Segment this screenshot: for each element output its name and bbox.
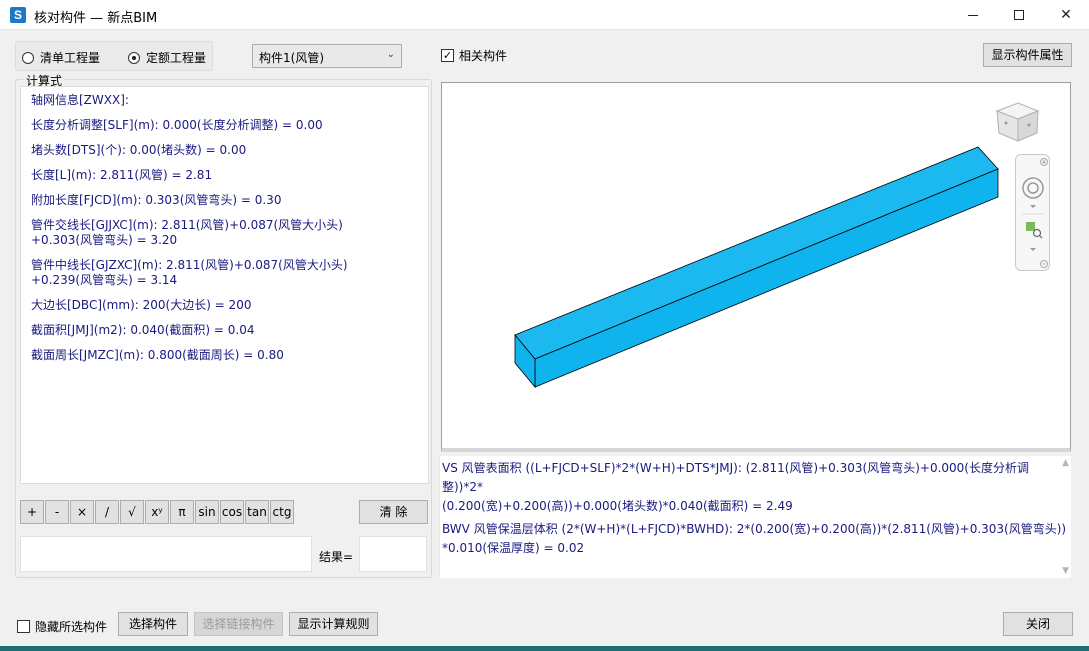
result-field[interactable] [359, 536, 427, 572]
3d-viewport[interactable] [441, 82, 1071, 452]
show-component-properties-button[interactable]: 显示构件属性 [983, 43, 1072, 67]
close-button[interactable]: 关闭 [1003, 612, 1073, 636]
calc-key-pi[interactable]: π [170, 500, 194, 524]
zoom-window-icon[interactable] [1026, 222, 1043, 239]
view-cube-icon[interactable] [995, 102, 1040, 142]
hide-selected-checkbox[interactable]: 隐藏所选构件 [17, 618, 107, 635]
duct-3d-model[interactable] [442, 83, 1070, 447]
formula-line: 长度[L](m): 2.811(风管) = 2.81 [31, 168, 213, 182]
calc-key-power[interactable]: xʸ [145, 500, 169, 524]
duct-side-face [534, 168, 999, 388]
chevron-down-icon: ⌄ [386, 49, 395, 60]
formula-line: 长度分析调整[SLF](m): 0.000(长度分析调整) = 0.00 [31, 118, 323, 132]
navigation-bar-icons [1022, 158, 1048, 268]
related-components-checkbox[interactable]: ✓ 相关构件 [441, 47, 507, 64]
radio-button-checked-icon[interactable] [128, 51, 140, 64]
component-select-value: 构件1(风管) [259, 51, 324, 65]
calc-key-cos[interactable]: cos [220, 500, 244, 524]
minimize-button[interactable] [950, 0, 996, 30]
calc-key-divide[interactable]: / [95, 500, 119, 524]
window-title: 核对构件 — 新点BIM [34, 11, 158, 26]
formula-line: 截面周长[JMZC](m): 0.800(截面周长) = 0.80 [31, 348, 284, 362]
radio-button-icon[interactable] [22, 51, 34, 64]
maximize-button[interactable] [996, 0, 1042, 30]
nav-close-icon[interactable] [1040, 158, 1048, 166]
close-icon: ✕ [1060, 7, 1072, 23]
formula-line: 管件中线长[GJZXC](m): 2.811(风管)+0.087(风管大小头) [31, 258, 348, 272]
clear-button[interactable]: 清 除 [359, 500, 428, 524]
formula-line: +0.239(风管弯头) = 3.14 [31, 273, 178, 287]
formula-line: 管件交线长[GJJXC](m): 2.811(风管)+0.087(风管大小头) [31, 218, 343, 232]
zoom-dropdown-icon[interactable] [1030, 248, 1036, 251]
formula-line: 截面积[JMJ](m2): 0.040(截面积) = 0.04 [31, 323, 255, 337]
result-label: 结果= [319, 550, 354, 564]
formula-line: 轴网信息[ZWXX]: [31, 93, 129, 107]
calc-key-sin[interactable]: sin [195, 500, 219, 524]
duct-top-face [514, 146, 999, 360]
formula-text-area[interactable]: 轴网信息[ZWXX]: 长度分析调整[SLF](m): 0.000(长度分析调整… [20, 86, 429, 484]
nav-collapse-icon[interactable] [1040, 260, 1048, 268]
quantity-results-area[interactable]: VS 风管表面积 ((L+FJCD+SLF)*2*(W+H)+DTS*JMJ):… [439, 456, 1071, 578]
select-linked-component-button[interactable]: 选择链接构件 [194, 612, 283, 636]
component-select[interactable]: 构件1(风管) ⌄ [252, 44, 402, 68]
quantity-mode-group: 清单工程量 定额工程量 [15, 41, 213, 71]
formula-line: 大边长[DBC](mm): 200(大边长) = 200 [31, 298, 252, 312]
orbit-icon[interactable] [1022, 177, 1044, 199]
formula-line: 堵头数[DTS](个): 0.00(堵头数) = 0.00 [31, 143, 247, 157]
related-components-label: 相关构件 [459, 49, 508, 63]
checkbox-icon[interactable] [17, 620, 30, 633]
calculator-keypad: + - × / √ xʸ π sin cos tan ctg [20, 500, 294, 524]
orbit-dropdown-icon[interactable] [1030, 205, 1036, 208]
result-line: (0.200(宽)+0.200(高))+0.000(堵头数)*0.040(截面积… [442, 499, 793, 513]
calc-key-tan[interactable]: tan [245, 500, 269, 524]
formula-line: 附加长度[FJCD](m): 0.303(风管弯头) = 0.30 [31, 193, 282, 207]
navigation-bar [1015, 154, 1050, 271]
calc-key-sqrt[interactable]: √ [120, 500, 144, 524]
result-line: *0.010(保温厚度) = 0.02 [442, 541, 585, 555]
result-line: BWV 风管保温层体积 (2*(W+H)*(L+FJCD)*BWHD): 2*(… [442, 522, 1067, 536]
formula-line: +0.303(风管弯头) = 3.20 [31, 233, 178, 247]
window-close-button[interactable]: ✕ [1043, 0, 1089, 30]
expression-input[interactable] [20, 536, 312, 572]
calc-key-plus[interactable]: + [20, 500, 44, 524]
show-calculation-rules-button[interactable]: 显示计算规则 [289, 612, 378, 636]
radio-bill-quantity[interactable]: 清单工程量 [22, 49, 100, 66]
select-component-button[interactable]: 选择构件 [118, 612, 188, 636]
app-logo-icon: S [10, 7, 26, 23]
radio-quota-quantity[interactable]: 定额工程量 [128, 49, 206, 66]
calc-key-multiply[interactable]: × [70, 500, 94, 524]
scroll-down-icon[interactable]: ▼ [1062, 566, 1069, 576]
maximize-icon [1014, 10, 1024, 20]
scroll-up-icon[interactable]: ▲ [1062, 458, 1069, 468]
title-bar: S 核对构件 — 新点BIM ✕ [0, 0, 1089, 30]
radio-bill-quantity-label: 清单工程量 [40, 51, 101, 65]
calc-key-ctg[interactable]: ctg [270, 500, 294, 524]
taskbar-strip [0, 646, 1089, 651]
result-line: VS 风管表面积 ((L+FJCD+SLF)*2*(W+H)+DTS*JMJ):… [442, 461, 1029, 494]
hide-selected-label: 隐藏所选构件 [35, 620, 108, 634]
radio-quota-quantity-label: 定额工程量 [146, 51, 207, 65]
checkbox-checked-icon[interactable]: ✓ [441, 49, 454, 62]
minimize-icon [968, 14, 978, 16]
calc-key-minus[interactable]: - [45, 500, 69, 524]
